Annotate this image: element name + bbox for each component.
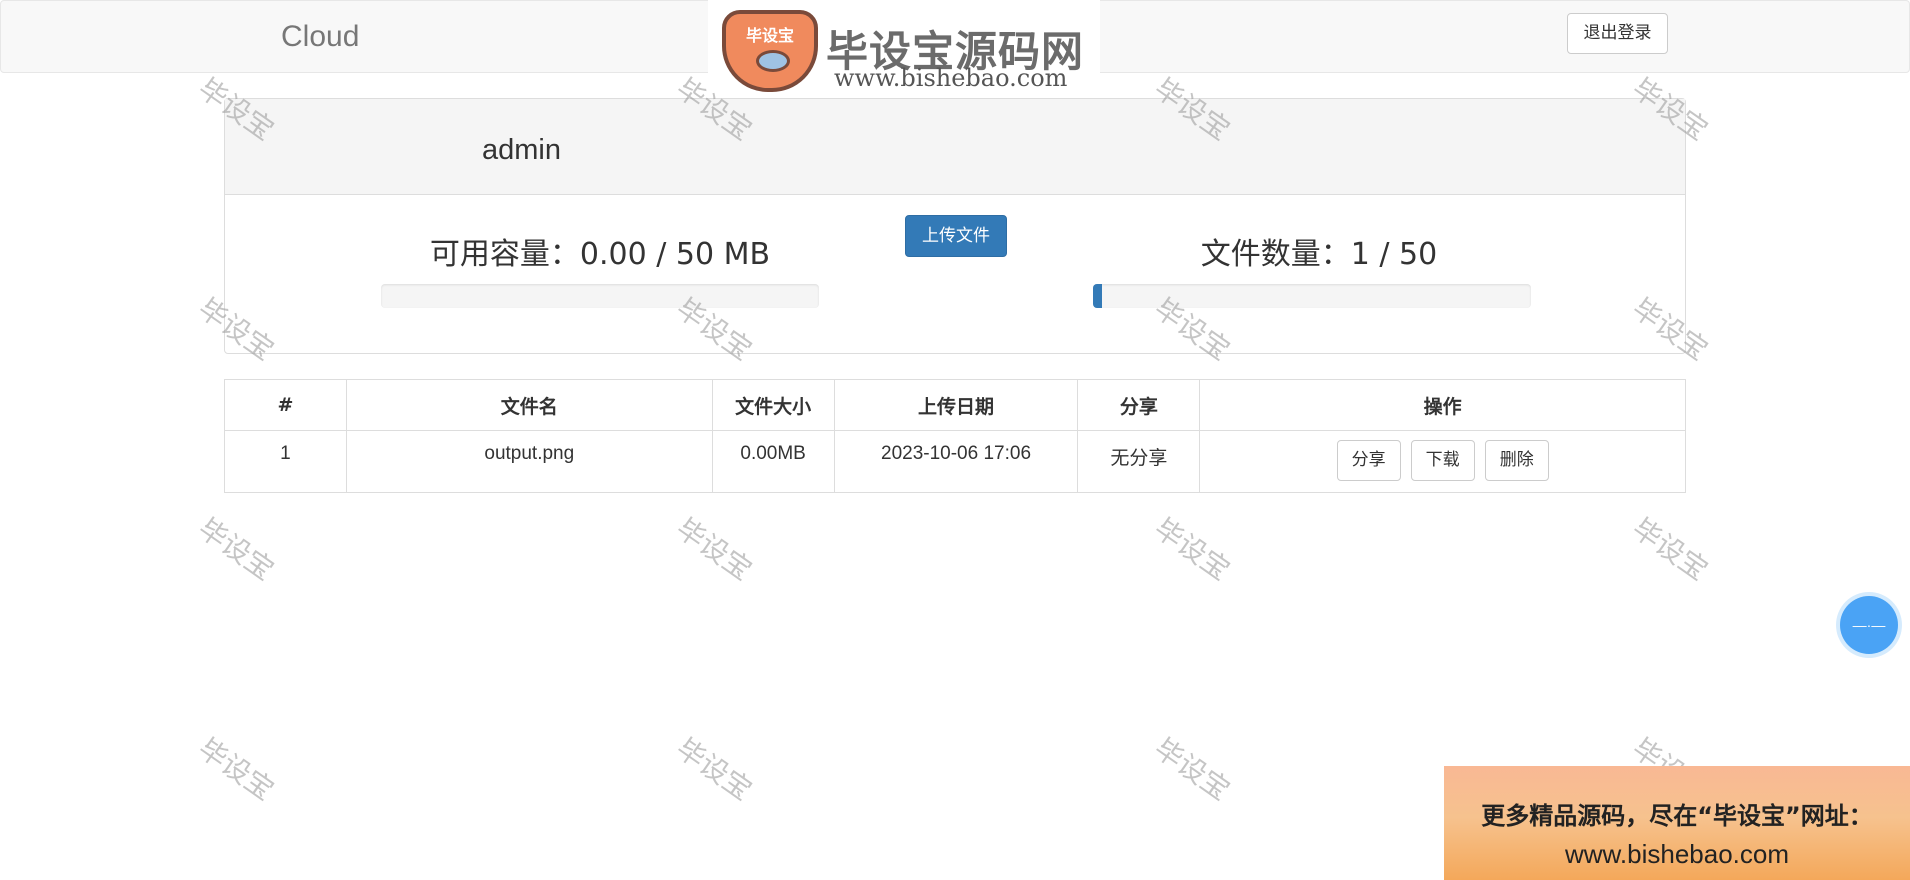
logo-badge-icon: 毕设宝 <box>722 10 818 92</box>
username: admin <box>482 134 561 166</box>
header-filesize: 文件大小 <box>711 379 835 431</box>
promo-banner[interactable]: 更多精品源码，尽在“毕设宝”网址： www.bishebao.com <box>1444 766 1910 880</box>
watermark: 毕设宝 <box>1148 731 1237 807</box>
share-button[interactable]: 分享 <box>1336 440 1401 481</box>
logo-url: www.bishebao.com <box>834 64 1068 92</box>
panel-heading: admin <box>225 99 1685 195</box>
cell-filesize: 0.00MB <box>711 430 835 493</box>
logout-button[interactable]: 退出登录 <box>1567 13 1668 54</box>
header-index: # <box>224 379 347 431</box>
table-row: 1 output.png 0.00MB 2023-10-06 17:06 无分享… <box>224 430 1686 493</box>
file-count-label: 文件数量：1 / 50 <box>1200 237 1438 272</box>
capacity-progress-bar <box>381 284 819 308</box>
file-table: # 文件名 文件大小 上传日期 分享 操作 1 output.png 0.00M… <box>224 379 1686 493</box>
header-upload-date: 上传日期 <box>833 379 1079 431</box>
cell-index: 1 <box>224 430 347 493</box>
cell-actions: 分享 下载 删除 <box>1199 430 1686 493</box>
logo-eye-icon <box>756 50 790 72</box>
watermark: 毕设宝 <box>192 731 281 807</box>
cell-upload-date: 2023-10-06 17:06 <box>833 430 1079 493</box>
cell-filename: output.png <box>345 430 713 493</box>
site-logo: 毕设宝 毕设宝源码网 www.bishebao.com <box>708 0 1100 100</box>
header-share: 分享 <box>1077 379 1201 431</box>
delete-button[interactable]: 删除 <box>1484 440 1549 481</box>
banner-url: www.bishebao.com <box>1565 839 1789 869</box>
watermark: 毕设宝 <box>670 511 759 587</box>
user-panel: admin 上传文件 可用容量：0.00 / 50 MB 文件数量：1 / 50 <box>224 98 1686 354</box>
download-button[interactable]: 下载 <box>1410 440 1475 481</box>
table-header-row: # 文件名 文件大小 上传日期 分享 操作 <box>224 379 1686 431</box>
floating-assist-button[interactable]: —·— <box>1840 596 1898 654</box>
watermark: 毕设宝 <box>1148 511 1237 587</box>
watermark: 毕设宝 <box>192 511 281 587</box>
header-actions: 操作 <box>1199 379 1686 431</box>
banner-text: 更多精品源码，尽在“毕设宝”网址： <box>1481 802 1873 830</box>
page: Cloud 退出登录 毕设宝 毕设宝源码网 www.bishebao.com a… <box>0 0 1910 880</box>
upload-file-button[interactable]: 上传文件 <box>905 215 1007 257</box>
header-filename: 文件名 <box>345 379 713 431</box>
logo-badge-text: 毕设宝 <box>745 26 794 45</box>
capacity-label: 可用容量：0.00 / 50 MB <box>429 237 771 272</box>
file-count-progress-fill <box>1093 284 1102 308</box>
file-count-progress-bar <box>1093 284 1531 308</box>
cell-share-status: 无分享 <box>1077 430 1201 493</box>
watermark: 毕设宝 <box>670 731 759 807</box>
watermark: 毕设宝 <box>1626 511 1715 587</box>
brand-link[interactable]: Cloud <box>281 19 359 55</box>
